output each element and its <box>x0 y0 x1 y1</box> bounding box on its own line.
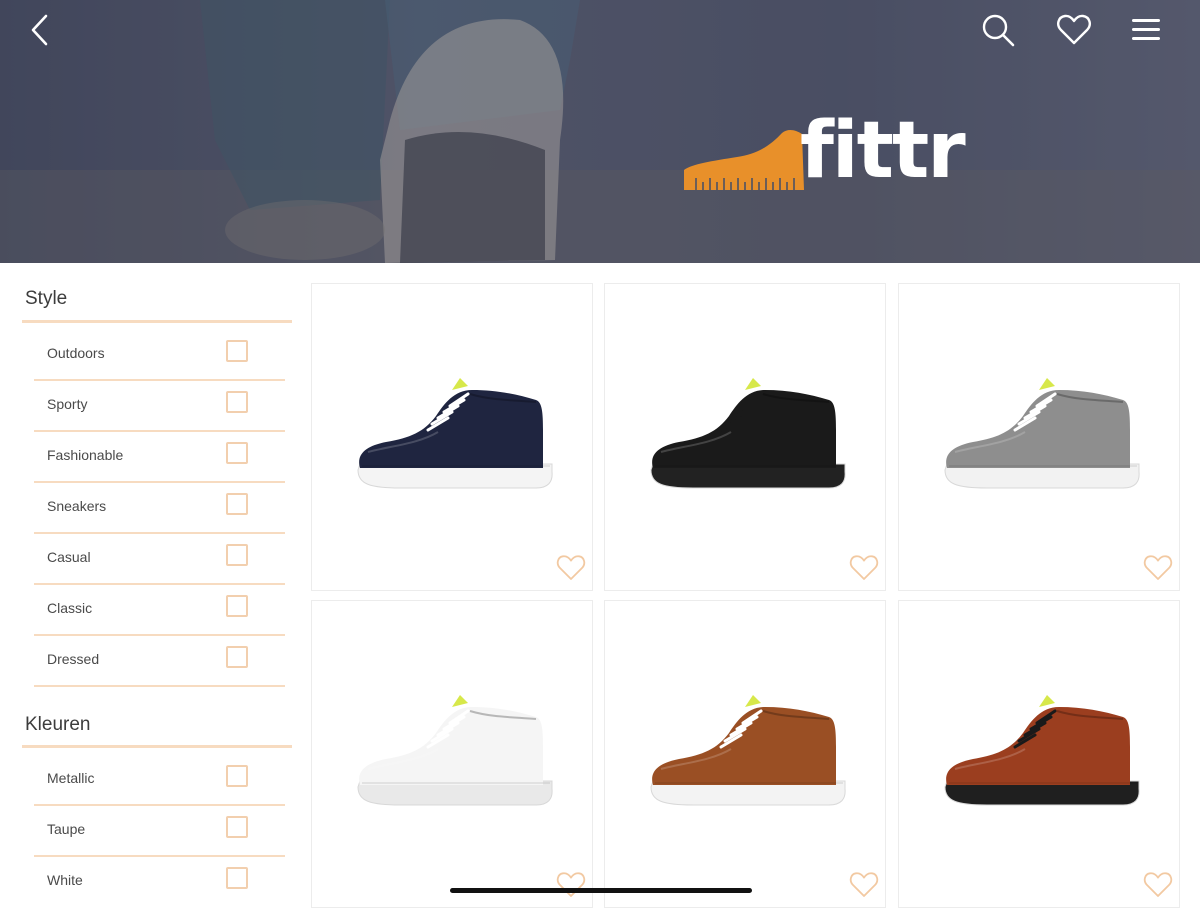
filter-casual[interactable]: Casual <box>34 534 285 585</box>
product-image <box>944 695 1140 806</box>
checkbox[interactable] <box>226 391 248 413</box>
filter-label: Taupe <box>47 821 86 837</box>
checkbox[interactable] <box>226 442 248 464</box>
hero-overlay <box>0 0 1200 263</box>
product-image <box>650 695 846 806</box>
checkbox[interactable] <box>226 493 248 515</box>
filter-classic[interactable]: Classic <box>34 585 285 636</box>
product-card[interactable] <box>898 600 1180 908</box>
brand-logo: fittr <box>682 106 966 202</box>
filter-label: Casual <box>47 549 91 565</box>
back-button[interactable] <box>20 10 60 50</box>
filter-taupe[interactable]: Taupe <box>34 806 285 857</box>
product-card[interactable] <box>311 283 593 591</box>
checkbox[interactable] <box>226 646 248 668</box>
product-card[interactable] <box>898 283 1180 591</box>
product-image <box>357 378 553 489</box>
hamburger-menu-icon <box>1132 19 1160 40</box>
favorite-heart-icon[interactable] <box>556 554 586 582</box>
colors-section-title: Kleuren <box>25 714 91 735</box>
favorite-heart-icon[interactable] <box>849 871 879 899</box>
search-icon <box>982 14 1015 47</box>
hero-banner: fittr <box>0 0 1200 263</box>
heart-icon <box>1057 14 1091 45</box>
brand-name: fittr <box>800 106 966 196</box>
search-button[interactable] <box>978 10 1018 50</box>
filter-white[interactable]: White <box>34 857 285 908</box>
filter-label: Sneakers <box>47 498 107 514</box>
filter-label: Fashionable <box>47 447 124 463</box>
checkbox[interactable] <box>226 544 248 566</box>
checkbox[interactable] <box>226 765 248 787</box>
product-image <box>944 378 1140 489</box>
filter-sneakers[interactable]: Sneakers <box>34 483 285 534</box>
favorite-heart-icon[interactable] <box>1143 554 1173 582</box>
product-card[interactable] <box>604 600 886 908</box>
product-card[interactable] <box>604 283 886 591</box>
filter-label: Dressed <box>47 651 100 667</box>
filter-sporty[interactable]: Sporty <box>34 381 285 432</box>
divider <box>34 685 285 687</box>
favorite-heart-icon[interactable] <box>1143 871 1173 899</box>
favorite-heart-icon[interactable] <box>556 871 586 899</box>
divider <box>22 320 292 323</box>
menu-button[interactable] <box>1126 10 1166 50</box>
shoe-ruler-logo-icon <box>684 130 804 190</box>
checkbox[interactable] <box>226 816 248 838</box>
filter-label: White <box>47 872 83 888</box>
favorites-button[interactable] <box>1054 10 1094 50</box>
product-image <box>650 378 846 489</box>
home-indicator <box>450 888 752 893</box>
filter-metallic[interactable]: Metallic <box>34 755 285 806</box>
checkbox[interactable] <box>226 867 248 889</box>
chevron-left-icon <box>31 14 48 46</box>
product-card[interactable] <box>311 600 593 908</box>
filter-label: Classic <box>47 600 93 616</box>
checkbox[interactable] <box>226 595 248 617</box>
divider <box>22 745 292 748</box>
filter-label: Outdoors <box>47 345 105 361</box>
filter-fashionable[interactable]: Fashionable <box>34 432 285 483</box>
product-image <box>357 695 553 806</box>
checkbox[interactable] <box>226 340 248 362</box>
favorite-heart-icon[interactable] <box>849 554 879 582</box>
filter-sidebar: Style Outdoors Sporty Fashionable Sneake… <box>0 263 300 900</box>
filter-label: Sporty <box>47 396 88 412</box>
filter-label: Metallic <box>47 770 95 786</box>
filter-outdoors[interactable]: Outdoors <box>34 330 285 381</box>
filter-dressed[interactable]: Dressed <box>34 636 285 687</box>
style-section-title: Style <box>25 288 68 309</box>
